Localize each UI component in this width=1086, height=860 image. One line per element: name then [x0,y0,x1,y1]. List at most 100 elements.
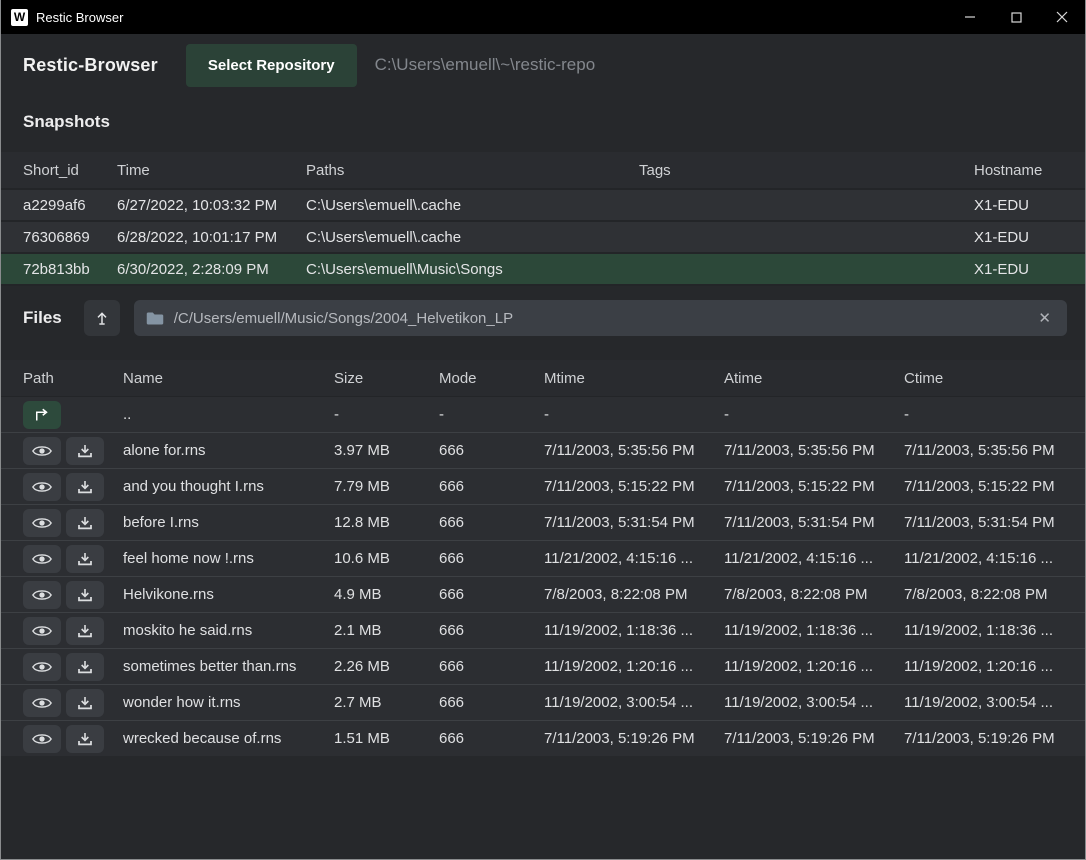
file-row[interactable]: sometimes better than.rns2.26 MB66611/19… [1,648,1085,684]
view-file-button[interactable] [23,509,61,537]
file-row-actions [23,725,123,753]
file-mode: - [439,406,544,423]
file-mode: 666 [439,442,544,459]
files-column-header-name: Name [123,370,334,387]
eye-icon [32,516,52,530]
eye-icon [32,696,52,710]
file-name: and you thought I.rns [123,478,334,495]
view-file-button[interactable] [23,725,61,753]
repository-path: C:\Users\emuell\~\restic-repo [375,55,596,75]
download-file-button[interactable] [66,689,104,717]
file-row[interactable]: and you thought I.rns7.79 MB6667/11/2003… [1,468,1085,504]
file-mtime: 7/11/2003, 5:35:56 PM [544,442,724,459]
snapshot-row[interactable]: 763068696/28/2022, 10:01:17 PMC:\Users\e… [1,222,1085,254]
snapshot-short-id: a2299af6 [23,197,117,214]
snapshot-row[interactable]: 72b813bb6/30/2022, 2:28:09 PMC:\Users\em… [1,254,1085,286]
app-logo-icon: W [11,9,28,26]
files-bar: Files /C/Users/emuell/Music/Songs/2004_H… [1,286,1085,350]
minimize-button[interactable] [947,0,993,34]
current-path-input[interactable]: /C/Users/emuell/Music/Songs/2004_Helveti… [134,300,1067,336]
file-size: 1.51 MB [334,730,439,747]
file-row-actions [23,545,123,573]
files-column-header-size: Size [334,370,439,387]
snapshot-row[interactable]: a2299af66/27/2022, 10:03:32 PMC:\Users\e… [1,190,1085,222]
minimize-icon [964,11,976,23]
file-atime: 7/11/2003, 5:19:26 PM [724,730,904,747]
file-atime: 11/19/2002, 1:20:16 ... [724,658,904,675]
snapshot-short-id: 76306869 [23,229,117,246]
download-icon [77,551,93,567]
file-name: sometimes better than.rns [123,658,334,675]
file-row[interactable]: Helvikone.rns4.9 MB6667/8/2003, 8:22:08 … [1,576,1085,612]
file-row[interactable]: moskito he said.rns2.1 MB66611/19/2002, … [1,612,1085,648]
file-row-actions [23,437,123,465]
files-column-header-path: Path [23,370,123,387]
download-icon [77,695,93,711]
file-mode: 666 [439,622,544,639]
view-file-button[interactable] [23,617,61,645]
file-row[interactable]: feel home now !.rns10.6 MB666 11/21/2002,… [1,540,1085,576]
view-file-button[interactable] [23,545,61,573]
file-row[interactable]: alone for.rns3.97 MB6667/11/2003, 5:35:5… [1,432,1085,468]
eye-icon [32,444,52,458]
snapshot-paths: C:\Users\emuell\.cache [306,197,639,214]
download-icon [77,515,93,531]
file-size: 2.1 MB [334,622,439,639]
snapshot-short-id: 72b813bb [23,261,117,278]
download-file-button[interactable] [66,581,104,609]
file-size: 2.26 MB [334,658,439,675]
file-ctime: 7/11/2003, 5:35:56 PM [904,442,1085,459]
download-icon [77,623,93,639]
files-heading: Files [23,308,62,328]
maximize-button[interactable] [993,0,1039,34]
file-atime: 7/8/2003, 8:22:08 PM [724,586,904,603]
file-row[interactable]: wrecked because of.rns1.51 MB6667/11/200… [1,720,1085,756]
snapshots-column-header-paths: Paths [306,162,639,179]
view-file-button[interactable] [23,437,61,465]
download-file-button[interactable] [66,545,104,573]
file-size: 3.97 MB [334,442,439,459]
file-atime: - [724,406,904,423]
file-row[interactable]: before I.rns12.8 MB6667/11/2003, 5:31:54… [1,504,1085,540]
select-repository-button[interactable]: Select Repository [186,44,357,87]
download-file-button[interactable] [66,617,104,645]
download-icon [77,659,93,675]
up-arrow-icon [94,310,110,326]
snapshots-column-header-short_id: Short_id [23,162,117,179]
files-table-header: PathNameSizeModeMtimeAtimeCtime [1,360,1085,396]
file-row[interactable]: wonder how it.rns2.7 MB66611/19/2002, 3:… [1,684,1085,720]
download-file-button[interactable] [66,473,104,501]
download-file-button[interactable] [66,653,104,681]
file-row[interactable]: ..----- [1,396,1085,432]
eye-icon [32,552,52,566]
download-icon [77,443,93,459]
clear-path-button[interactable]: ✕ [1034,307,1055,329]
app-header: Restic-Browser Select Repository C:\User… [1,34,1085,96]
files-column-header-atime: Atime [724,370,904,387]
file-atime: 11/19/2002, 3:00:54 ... [724,694,904,711]
file-size: 7.79 MB [334,478,439,495]
file-mode: 666 [439,550,544,567]
download-file-button[interactable] [66,437,104,465]
file-atime: 7/11/2003, 5:15:22 PM [724,478,904,495]
file-size: 4.9 MB [334,586,439,603]
close-button[interactable] [1039,0,1085,34]
parent-directory-button[interactable] [23,401,61,429]
download-file-button[interactable] [66,509,104,537]
file-mode: 666 [439,514,544,531]
view-file-button[interactable] [23,689,61,717]
file-size: 10.6 MB [334,550,439,567]
file-size: - [334,406,439,423]
file-atime: 11/21/2002, 4:15:16 ... [724,550,904,567]
view-file-button[interactable] [23,581,61,609]
download-file-button[interactable] [66,725,104,753]
view-file-button[interactable] [23,473,61,501]
file-name: feel home now !.rns [123,550,334,567]
file-ctime: 7/11/2003, 5:15:22 PM [904,478,1085,495]
file-name: Helvikone.rns [123,586,334,603]
view-file-button[interactable] [23,653,61,681]
eye-icon [32,660,52,674]
file-row-actions [23,653,123,681]
file-mtime: - [544,406,724,423]
go-up-directory-button[interactable] [84,300,120,336]
